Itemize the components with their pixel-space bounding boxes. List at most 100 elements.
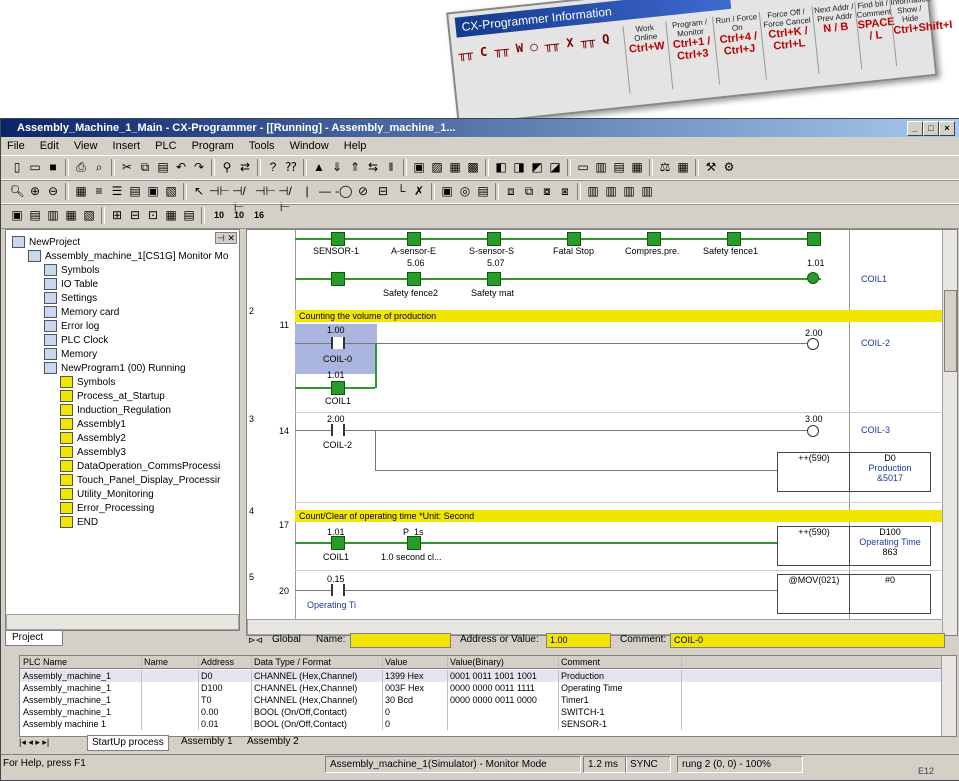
- save-icon[interactable]: ■: [45, 159, 61, 175]
- delete-line-icon[interactable]: ✗: [411, 183, 427, 199]
- tree-item[interactable]: Touch_Panel_Display_Processir: [60, 474, 220, 488]
- undo-icon[interactable]: ↶: [173, 159, 189, 175]
- vscroll-thumb[interactable]: [944, 290, 957, 372]
- project-window-icon[interactable]: ▣: [9, 207, 25, 223]
- copy-icon[interactable]: ⧉: [137, 159, 153, 175]
- operand-const-0[interactable]: #0: [849, 574, 931, 614]
- contact-p-1s[interactable]: [407, 536, 421, 550]
- tree-item[interactable]: Assembly2: [60, 432, 126, 446]
- chart-icon[interactable]: ▦: [675, 159, 691, 175]
- tree-item[interactable]: Assembly1: [60, 418, 126, 432]
- contact-sensor-1[interactable]: [331, 232, 345, 246]
- address-field[interactable]: 1.00: [546, 633, 611, 648]
- window-list-icon[interactable]: ▦: [629, 159, 645, 175]
- cut-icon[interactable]: ✂: [119, 159, 135, 175]
- contact-coil1-rung4[interactable]: [331, 536, 345, 550]
- menu-window[interactable]: Window: [284, 137, 335, 155]
- program-mode-icon[interactable]: ▣: [411, 159, 427, 175]
- watch-vscrollbar[interactable]: [941, 656, 956, 736]
- connect-icon[interactable]: └: [393, 183, 409, 199]
- col-value-binary[interactable]: Value(Binary): [447, 656, 559, 668]
- tab-assembly-1[interactable]: Assembly 1: [177, 735, 237, 749]
- data-trace-icon[interactable]: ⧇: [539, 183, 555, 199]
- window-cascade-icon[interactable]: ▤: [611, 159, 627, 175]
- col-address[interactable]: Address: [198, 656, 252, 668]
- set-icon[interactable]: ◩: [529, 159, 545, 175]
- tab-assembly-2[interactable]: Assembly 2: [243, 735, 303, 749]
- work-online-icon[interactable]: ▲: [311, 159, 327, 175]
- col-data-type[interactable]: Data Type / Format: [251, 656, 383, 668]
- tab-nav-arrows-icon[interactable]: |◂ ◂ ▸ ▸|: [19, 735, 49, 749]
- select-icon[interactable]: ↖: [191, 183, 207, 199]
- print-preview-icon[interactable]: ⌕: [91, 159, 107, 175]
- col-plc-name[interactable]: PLC Name: [20, 656, 142, 668]
- horizontal-line-icon[interactable]: —: [317, 183, 333, 199]
- transfer-to-plc-icon[interactable]: ⇓: [329, 159, 345, 175]
- cross-ref-icon[interactable]: ▥: [603, 183, 619, 199]
- properties-icon[interactable]: ▥: [585, 183, 601, 199]
- list-icon[interactable]: ☰: [109, 183, 125, 199]
- monitor-mode-icon[interactable]: ▦: [447, 159, 463, 175]
- new-closed-coil-icon[interactable]: ⊘: [355, 183, 371, 199]
- maximize-button[interactable]: □: [923, 121, 939, 136]
- tree-item[interactable]: Error log: [44, 320, 99, 334]
- tree-item[interactable]: Symbols: [60, 376, 115, 390]
- contact-safety-fence1[interactable]: [727, 232, 741, 246]
- col-comment[interactable]: Comment: [558, 656, 682, 668]
- io-table-icon[interactable]: ⊟: [127, 207, 143, 223]
- menu-plc[interactable]: PLC: [149, 137, 182, 155]
- tab-project[interactable]: Project: [5, 631, 63, 646]
- name-field[interactable]: [350, 633, 451, 648]
- coil-coil-2[interactable]: [807, 338, 819, 350]
- zoom-in-icon[interactable]: ⊕: [27, 183, 43, 199]
- scale-icon[interactable]: ⚖: [657, 159, 673, 175]
- contact-coil1-branch[interactable]: [331, 381, 345, 395]
- contact-coil-2[interactable]: [331, 424, 345, 436]
- scope-arrows-icon[interactable]: ⊳⊲: [248, 632, 263, 648]
- pause-icon[interactable]: ‖: [383, 159, 399, 175]
- contact-s-sensor-s[interactable]: [487, 232, 501, 246]
- close-button[interactable]: ×: [939, 121, 955, 136]
- operand-d0[interactable]: D0 Production &5017: [849, 452, 931, 492]
- tree-item[interactable]: Process_at_Startup: [60, 390, 165, 404]
- menu-insert[interactable]: Insert: [107, 137, 147, 155]
- coil-coil-3[interactable]: [807, 425, 819, 437]
- differential-monitor-icon[interactable]: ⧉: [521, 183, 537, 199]
- watch-row[interactable]: Assembly_machine_1 D100 CHANNEL (Hex,Chann…: [20, 682, 956, 694]
- memory-icon[interactable]: ▦: [163, 207, 179, 223]
- contact-a-sensor-e[interactable]: [407, 232, 421, 246]
- new-or-contact-icon[interactable]: ⊣⊢: [255, 183, 276, 199]
- watch-row[interactable]: Assembly machine 1 0.01 BOOL (On/Off,Conta…: [20, 718, 956, 730]
- tree-item[interactable]: Memory: [44, 348, 97, 362]
- contact-fatal-stop[interactable]: [567, 232, 581, 246]
- new-file-icon[interactable]: ▯: [9, 159, 25, 175]
- zoom-out-icon[interactable]: ⊖: [45, 183, 61, 199]
- tree-item[interactable]: PLC Clock: [44, 334, 108, 348]
- decimal-display-icon[interactable]: 10: [211, 207, 227, 223]
- vertical-line-icon[interactable]: |: [299, 183, 315, 199]
- zoom-icon[interactable]: 🔍︎: [9, 183, 25, 199]
- tree-item[interactable]: NewProject: [12, 236, 80, 250]
- tree-item[interactable]: NewProgram1 (00) Running: [44, 362, 186, 376]
- highlight-icon[interactable]: ▣: [145, 183, 161, 199]
- print-icon[interactable]: ⎙: [73, 159, 89, 175]
- operand-d100[interactable]: D100 Operating Time 863: [849, 526, 931, 566]
- instruction-mov[interactable]: @MOV(021): [777, 574, 851, 614]
- force-off-icon[interactable]: ◨: [511, 159, 527, 175]
- monitor-toggle-icon[interactable]: ⧈: [503, 183, 519, 199]
- new-or-closed-contact-icon[interactable]: ⊣/⊢: [277, 183, 293, 214]
- clock-icon[interactable]: ▤: [181, 207, 197, 223]
- open-folder-icon[interactable]: ▭: [27, 159, 43, 175]
- tab-startup-process[interactable]: StartUp process: [87, 735, 169, 751]
- tree-item[interactable]: Symbols: [44, 264, 99, 278]
- run-mode-icon[interactable]: ▩: [465, 159, 481, 175]
- col-name[interactable]: Name: [141, 656, 199, 668]
- settings-icon[interactable]: ⊡: [145, 207, 161, 223]
- output-icon[interactable]: ▥: [639, 183, 655, 199]
- debug-mode-icon[interactable]: ▨: [429, 159, 445, 175]
- pane-close-icon[interactable]: ⊣ ✕: [215, 232, 237, 244]
- project-hscrollbar[interactable]: [6, 614, 239, 630]
- instruction-icon[interactable]: ⊟: [375, 183, 391, 199]
- watch-window-icon[interactable]: ▥: [45, 207, 61, 223]
- help-icon[interactable]: ?: [265, 159, 281, 175]
